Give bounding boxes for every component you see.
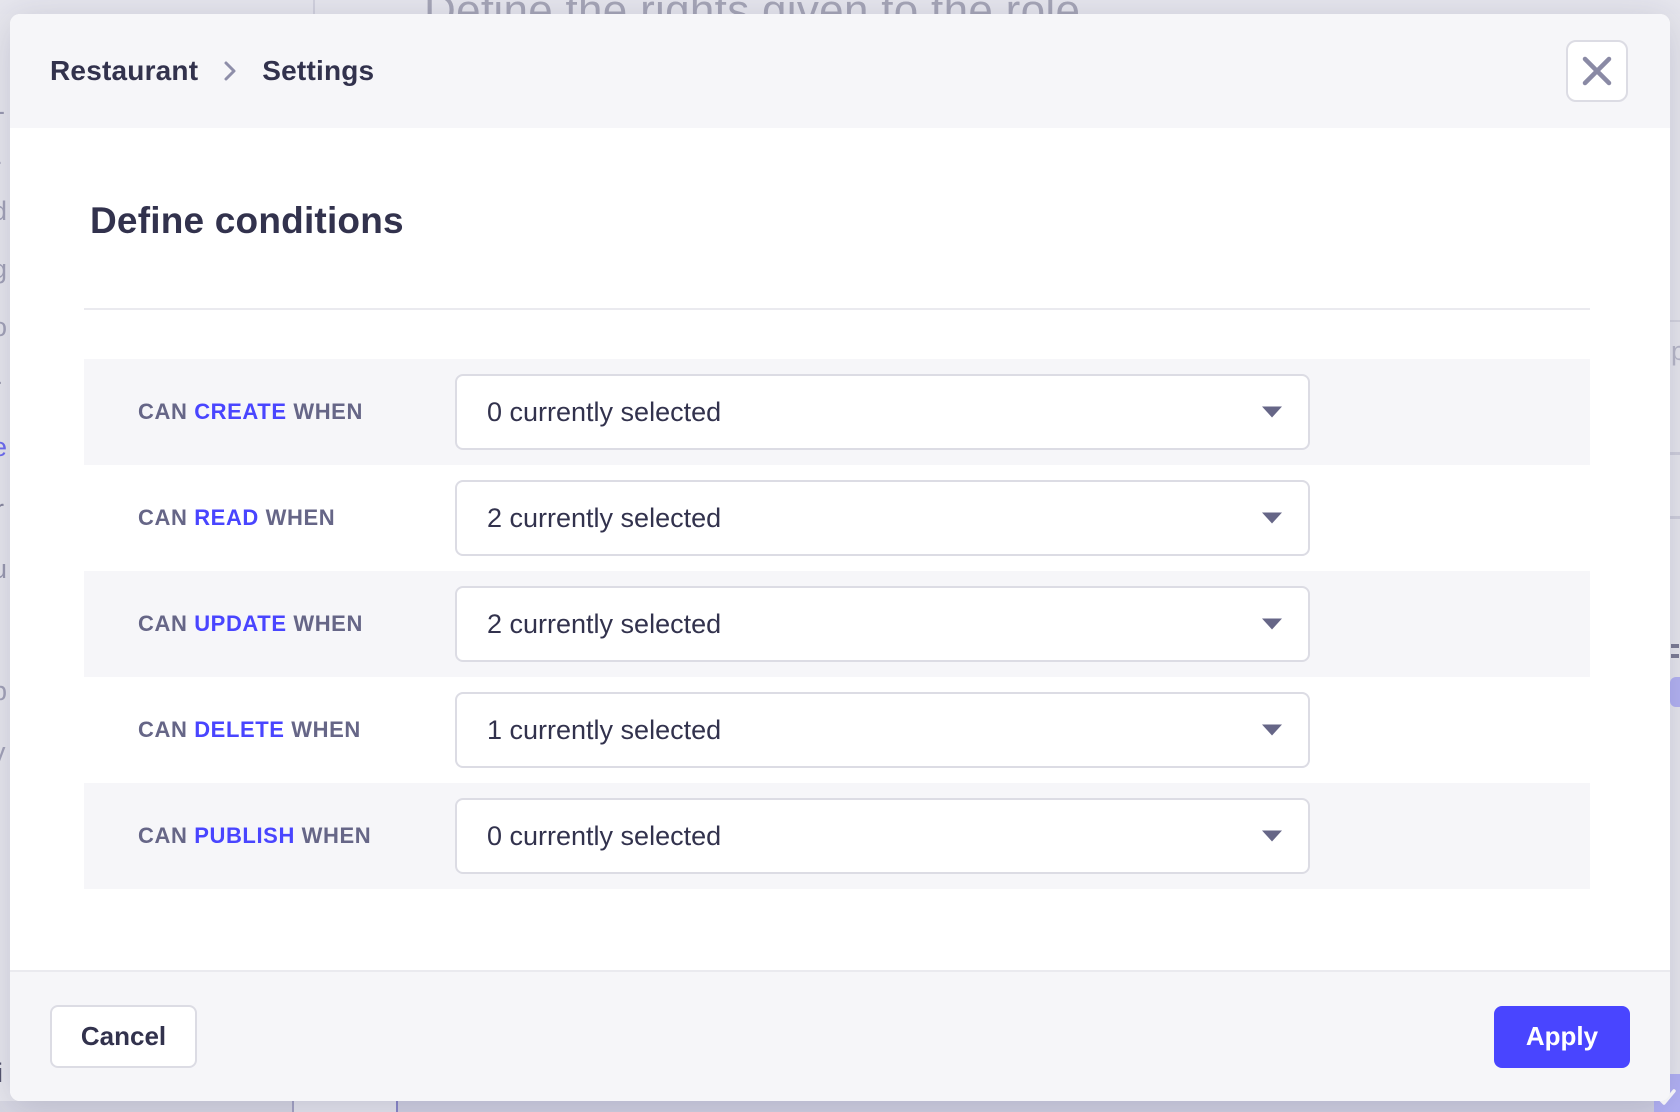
page-title: Define conditions <box>90 200 404 242</box>
bg-text-fragment: ti <box>0 616 2 647</box>
background-page-subtitle: Define the rights given to the role <box>424 0 1080 14</box>
label-action: READ <box>194 505 259 530</box>
chevron-down-icon <box>1262 831 1282 842</box>
bg-line <box>1671 654 1679 658</box>
label-prefix: CAN <box>138 823 187 848</box>
label-suffix: WHEN <box>291 717 361 742</box>
modal-body: Define conditions CAN CREATE WHEN 0 curr… <box>10 128 1670 970</box>
select-value: 0 currently selected <box>487 397 721 428</box>
breadcrumb: Restaurant Settings <box>50 55 374 87</box>
label-action: DELETE <box>194 717 284 742</box>
bg-line <box>1670 320 1680 322</box>
bg-text-fragment: v <box>0 737 6 768</box>
condition-row-publish: CAN PUBLISH WHEN 0 currently selected <box>84 783 1590 889</box>
bg-text-fragment: d <box>0 196 7 227</box>
bg-text-fragment: r <box>0 152 1 183</box>
breadcrumb-item-settings: Settings <box>262 55 374 87</box>
condition-row-read: CAN READ WHEN 2 currently selected <box>84 465 1590 571</box>
background-bottom-strip <box>0 1101 1680 1112</box>
label-suffix: WHEN <box>293 399 363 424</box>
bg-text-fragment: u <box>0 554 7 585</box>
chevron-down-icon <box>1262 619 1282 630</box>
condition-row-update: CAN UPDATE WHEN 2 currently selected <box>84 571 1590 677</box>
cancel-button[interactable]: Cancel <box>50 1005 197 1068</box>
chevron-down-icon <box>1262 725 1282 736</box>
chevron-down-icon <box>1262 513 1282 524</box>
chevron-down-icon <box>1262 407 1282 418</box>
condition-label: CAN READ WHEN <box>138 505 335 531</box>
chevron-right-icon <box>222 58 238 84</box>
label-action: UPDATE <box>194 611 286 636</box>
condition-label: CAN DELETE WHEN <box>138 717 361 743</box>
condition-row-delete: CAN DELETE WHEN 1 currently selected <box>84 677 1590 783</box>
screen: { "colors": { "primary": "#4945ff", "tex… <box>0 0 1680 1112</box>
divider <box>84 308 1590 310</box>
bg-line <box>1671 644 1679 648</box>
bg-text-fragment: er <box>0 494 4 525</box>
bg-line <box>1670 516 1680 519</box>
condition-label: CAN CREATE WHEN <box>138 399 363 425</box>
bg-text-fragment: - <box>0 96 5 127</box>
close-button[interactable] <box>1566 40 1628 102</box>
condition-label: CAN UPDATE WHEN <box>138 611 363 637</box>
label-suffix: WHEN <box>302 823 372 848</box>
condition-label: CAN PUBLISH WHEN <box>138 823 371 849</box>
condition-rows: CAN CREATE WHEN 0 currently selected CAN… <box>84 359 1590 889</box>
label-prefix: CAN <box>138 717 187 742</box>
bg-text-fragment: ai <box>0 1058 3 1089</box>
label-prefix: CAN <box>138 399 187 424</box>
condition-select-publish[interactable]: 0 currently selected <box>455 798 1310 874</box>
label-action: PUBLISH <box>194 823 295 848</box>
select-value: 1 currently selected <box>487 715 721 746</box>
label-prefix: CAN <box>138 505 187 530</box>
select-value: 2 currently selected <box>487 609 721 640</box>
bg-accent-pill <box>1670 677 1680 707</box>
label-suffix: WHEN <box>293 611 363 636</box>
label-action: CREATE <box>194 399 286 424</box>
breadcrumb-item-restaurant: Restaurant <box>50 55 198 87</box>
bg-text-fragment: e <box>0 432 7 463</box>
bg-text-fragment: g <box>0 254 7 285</box>
label-suffix: WHEN <box>266 505 336 530</box>
bg-text-fragment: o <box>0 312 7 343</box>
background-divider <box>313 0 315 14</box>
conditions-modal: Restaurant Settings Define conditions CA… <box>10 14 1670 1101</box>
bg-segment <box>0 1101 292 1112</box>
condition-select-create[interactable]: 0 currently selected <box>455 374 1310 450</box>
condition-select-delete[interactable]: 1 currently selected <box>455 692 1310 768</box>
condition-select-update[interactable]: 2 currently selected <box>455 586 1310 662</box>
modal-footer: Cancel Apply <box>10 970 1670 1101</box>
bg-text-fragment: r <box>0 372 1 403</box>
select-value: 0 currently selected <box>487 821 721 852</box>
modal-header: Restaurant Settings <box>10 14 1670 128</box>
bg-line <box>1670 452 1680 455</box>
label-prefix: CAN <box>138 611 187 636</box>
select-value: 2 currently selected <box>487 503 721 534</box>
bg-text-fragment: p <box>1671 336 1680 367</box>
background-right-fragments: p <box>1670 0 1680 1112</box>
bg-segment <box>398 1101 1654 1112</box>
condition-select-read[interactable]: 2 currently selected <box>455 480 1310 556</box>
bg-segment <box>294 1101 396 1112</box>
bg-text-fragment: p <box>0 676 7 707</box>
apply-button[interactable]: Apply <box>1494 1006 1630 1068</box>
background-page-top-strip: Define the rights given to the role <box>0 0 1680 14</box>
condition-row-create: CAN CREATE WHEN 0 currently selected <box>84 359 1590 465</box>
close-icon <box>1578 52 1616 90</box>
